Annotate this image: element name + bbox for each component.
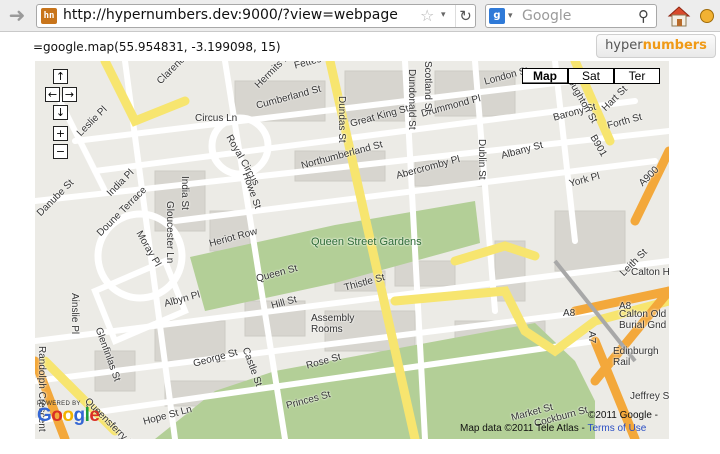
site-favicon-icon: hn [41, 8, 57, 24]
logo-letter: o [51, 405, 63, 426]
google-logo[interactable]: POWERED BY Google [37, 401, 100, 426]
map-label: Gloucester Ln [164, 201, 175, 264]
map-label: Calton Hill [631, 267, 669, 278]
logo-letter: e [89, 405, 100, 426]
map-label: Dundonald St [406, 69, 417, 130]
reload-icon[interactable]: ↻ [455, 5, 475, 27]
browser-toolbar: ➜ hn http://hypernumbers.dev:9000/?view=… [0, 0, 720, 32]
map-label: Dundas St [336, 96, 347, 143]
map-label: Circus Ln [195, 113, 238, 124]
pan-right-button[interactable]: → [62, 87, 77, 102]
map-label: Scotland St [422, 61, 433, 113]
pan-left-button[interactable]: ← [45, 87, 60, 102]
hypernumbers-logo[interactable]: hypernumbers [596, 34, 716, 58]
map-label: A7 [586, 331, 597, 344]
google-wordmark: Google [37, 405, 100, 426]
url-bar[interactable]: hn http://hypernumbers.dev:9000/?view=we… [36, 4, 476, 28]
engine-dropdown-icon[interactable]: ▾ [508, 11, 513, 21]
search-engine-icon[interactable]: g [489, 8, 505, 24]
map-data-credit: Map data ©2011 Tele Atlas - Terms of Use [460, 423, 646, 434]
map-label: A8 [563, 308, 576, 319]
home-icon[interactable] [666, 3, 692, 29]
forward-arrow-icon[interactable]: ➜ [4, 4, 30, 28]
pan-up-button[interactable]: ↑ [53, 69, 68, 84]
map-type-map-button[interactable]: Map [522, 68, 568, 84]
map-label: Edinburgh Rail [613, 346, 659, 368]
zoom-in-button[interactable]: + [53, 126, 68, 141]
search-bar[interactable]: g ▾ Google ⚲ [485, 4, 657, 28]
logo-letter: G [37, 405, 52, 426]
google-map[interactable]: Leslie Pl Circus Ln Royal Circus Cumberl… [35, 61, 669, 439]
copyright-text: ©2011 Google - [588, 410, 659, 421]
formula-text: =google.map(55.954831, -3.199098, 15) [33, 40, 281, 54]
map-label: Calton Old Burial Gnd [619, 309, 667, 331]
search-icon[interactable]: ⚲ [638, 7, 649, 25]
url-text[interactable]: http://hypernumbers.dev:9000/?view=webpa… [63, 7, 398, 23]
map-label: Queen Street Gardens [311, 236, 422, 248]
star-icon[interactable]: ☆ [420, 6, 434, 25]
terms-of-use-link[interactable]: Terms of Use [587, 423, 646, 434]
extension-icon[interactable] [700, 9, 714, 23]
brand-part2: numbers [642, 38, 707, 53]
pan-down-button[interactable]: ↓ [53, 105, 68, 120]
search-input[interactable]: Google [522, 8, 571, 24]
zoom-out-button[interactable]: − [53, 144, 68, 159]
map-label: Assembly Rooms [311, 313, 355, 335]
map-data-text: Map data ©2011 Tele Atlas - [460, 423, 585, 434]
map-type-sat-button[interactable]: Sat [568, 68, 614, 84]
url-dropdown-icon[interactable]: ▾ [441, 10, 446, 20]
map-label: India St [179, 176, 190, 210]
logo-letter: g [73, 405, 86, 426]
brand-part1: hyper [605, 38, 643, 53]
map-label: Jeffrey St [630, 391, 669, 402]
map-label: Dublin St [476, 139, 487, 180]
logo-letter: o [62, 405, 74, 426]
map-label: Ainslie Pl [69, 293, 80, 335]
map-type-ter-button[interactable]: Ter [614, 68, 660, 84]
